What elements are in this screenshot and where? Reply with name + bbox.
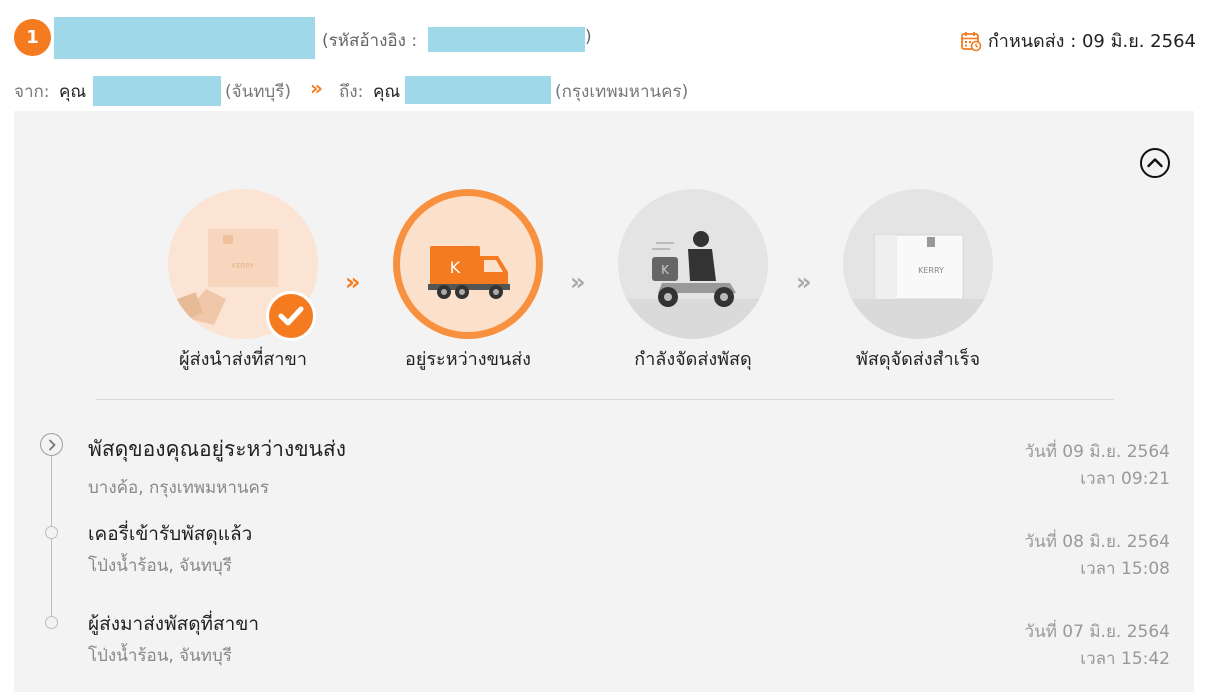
timeline-event-title: ผู้ส่งมาส่งพัสดุที่สาขา xyxy=(88,613,259,635)
timeline-event-date: วันที่ 08 มิ.ย. 2564 xyxy=(1024,532,1170,552)
double-chevron-icon: » xyxy=(796,268,812,296)
receiver-redacted xyxy=(405,76,551,104)
svg-text:KERRY: KERRY xyxy=(232,262,255,270)
reference-redacted xyxy=(428,27,585,52)
timeline-event-time: เวลา 15:42 xyxy=(1080,649,1170,669)
deadline: กำหนดส่ง : 09 มิ.ย. 2564 xyxy=(960,26,1196,55)
timeline-event-title: เคอรี่เข้ารับพัสดุแล้ว xyxy=(88,523,253,545)
motorbike-courier-icon: K xyxy=(618,231,768,339)
timeline-dot xyxy=(45,526,58,539)
to-label: ถึง: xyxy=(339,82,364,102)
from-province: (จันทบุรี) xyxy=(225,82,291,102)
timeline-dot xyxy=(45,616,58,629)
reference-suffix: ) xyxy=(585,27,592,47)
shipment-header: 1 (รหัสอ้างอิง : ) กำหนดส่ง : 09 มิ.ย. 2… xyxy=(14,17,1196,59)
to-province: (กรุงเทพมหานคร) xyxy=(555,82,689,102)
to-name: คุณ xyxy=(373,82,401,102)
timeline-event-location: โป่งน้ำร้อน, จันทบุรี xyxy=(88,646,232,666)
svg-text:K: K xyxy=(661,263,670,277)
recipient-redacted xyxy=(54,17,315,59)
check-icon xyxy=(278,306,304,326)
double-chevron-icon: » xyxy=(345,268,361,296)
chevron-up-circle-icon[interactable] xyxy=(1139,147,1171,179)
shipment-index-badge: 1 xyxy=(14,19,51,56)
timeline-event-date: วันที่ 07 มิ.ย. 2564 xyxy=(1024,622,1170,642)
double-chevron-icon: » xyxy=(310,76,323,100)
step-label-delivered: พัสดุจัดส่งสำเร็จ xyxy=(855,349,980,370)
from-label: จาก: xyxy=(14,82,50,102)
parcel-box-icon: KERRY xyxy=(843,234,993,339)
step-in-transit-illustration: K xyxy=(393,189,543,339)
timeline-event-location: บางค้อ, กรุงเทพมหานคร xyxy=(88,478,270,498)
timeline-event-time: เวลา 09:21 xyxy=(1080,469,1170,489)
from-name: คุณ xyxy=(59,82,87,102)
svg-text:KERRY: KERRY xyxy=(918,266,944,275)
sender-redacted xyxy=(93,76,221,106)
chevron-right-circle-icon[interactable] xyxy=(40,433,63,456)
timeline-event-time: เวลา 15:08 xyxy=(1080,559,1170,579)
svg-text:K: K xyxy=(450,258,461,277)
timeline-event-title: พัสดุของคุณอยู่ระหว่างขนส่ง xyxy=(88,437,346,461)
step-delivered-illustration: KERRY xyxy=(843,189,993,339)
calendar-icon xyxy=(960,31,982,51)
section-divider xyxy=(96,399,1114,400)
double-chevron-icon: » xyxy=(570,268,586,296)
timeline-line xyxy=(51,456,52,626)
step-done-badge xyxy=(266,291,316,341)
step-label-in-transit: อยู่ระหว่างขนส่ง xyxy=(405,349,531,370)
timeline-event-date: วันที่ 09 มิ.ย. 2564 xyxy=(1024,442,1170,462)
step-label-out-for-delivery: กำลังจัดส่งพัสดุ xyxy=(634,349,752,370)
step-out-for-delivery-illustration: K xyxy=(618,189,768,339)
timeline-event-location: โป่งน้ำร้อน, จันทบุรี xyxy=(88,556,232,576)
delivery-truck-icon: K xyxy=(428,246,510,299)
deadline-text: กำหนดส่ง : 09 มิ.ย. 2564 xyxy=(987,31,1196,52)
step-label-dropoff: ผู้ส่งนำส่งที่สาขา xyxy=(179,349,307,370)
reference-prefix: (รหัสอ้างอิง : xyxy=(322,31,418,51)
tracking-panel: KERRY ผู้ส่งนำส่งที่สาขา » K อยู่ระหว่าง… xyxy=(14,111,1194,692)
